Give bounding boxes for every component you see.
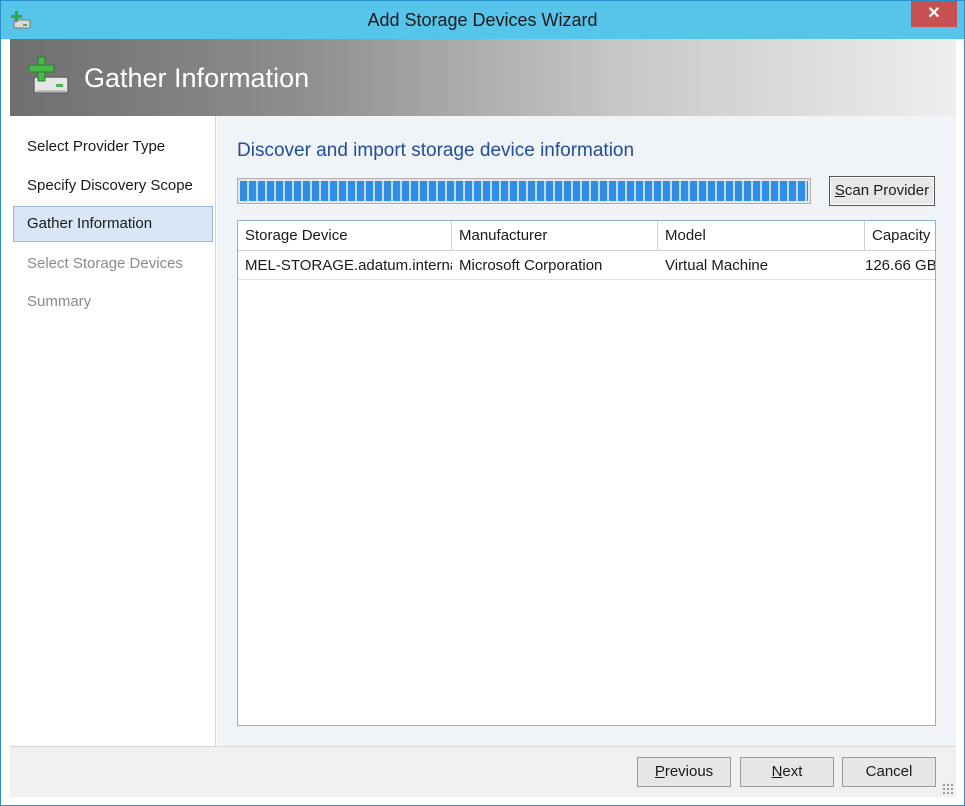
progress-fill — [240, 181, 808, 201]
cell-manufacturer: Microsoft Corporation — [459, 257, 603, 274]
step-select-storage-devices: Select Storage Devices — [27, 255, 183, 272]
page-title: Gather Information — [84, 63, 310, 93]
cell-storage-device: MEL-STORAGE.adatum.internal — [245, 257, 452, 274]
column-header-model[interactable]: Model — [658, 221, 865, 251]
table-header: Storage Device Manufacturer Model Capaci… — [238, 221, 935, 251]
previous-label-rest: revious — [664, 763, 714, 780]
section-heading: Discover and import storage device infor… — [237, 140, 635, 161]
step-select-provider-type[interactable]: Select Provider Type — [13, 129, 213, 165]
resize-grip[interactable] — [942, 783, 954, 795]
progress-bar — [237, 178, 811, 204]
storage-device-table[interactable]: Storage Device Manufacturer Model Capaci… — [237, 220, 936, 726]
previous-button[interactable]: Previous — [637, 757, 731, 787]
wizard-steps: Select Provider Type Specify Discovery S… — [10, 116, 216, 746]
next-label-rest: ext — [782, 763, 803, 780]
step-specify-discovery-scope[interactable]: Specify Discovery Scope — [13, 168, 213, 204]
next-button[interactable]: Next — [740, 757, 834, 787]
column-header-manufacturer[interactable]: Manufacturer — [452, 221, 658, 251]
wizard-header: Gather Information — [10, 39, 956, 116]
main-panel: Discover and import storage device infor… — [217, 116, 956, 746]
previous-mnemonic: P — [654, 763, 665, 780]
scan-mnemonic: S — [834, 182, 845, 199]
storage-add-icon — [28, 56, 69, 94]
cell-model: Virtual Machine — [665, 257, 769, 274]
column-header-capacity[interactable]: Capacity — [865, 221, 935, 251]
wizard-content: Select Provider Type Specify Discovery S… — [10, 116, 956, 746]
step-gather-information[interactable]: Gather Information — [13, 206, 213, 242]
table-row[interactable]: MEL-STORAGE.adatum.internal Microsoft Co… — [238, 252, 935, 280]
wizard-footer: Previous Next Cancel — [10, 746, 956, 797]
cancel-button[interactable]: Cancel — [842, 757, 936, 787]
close-button[interactable]: ✕ — [911, 1, 957, 27]
step-summary: Summary — [27, 293, 92, 310]
title-bar[interactable]: Add Storage Devices Wizard ✕ — [1, 1, 964, 39]
column-header-storage-device[interactable]: Storage Device — [238, 221, 452, 251]
window-title: Add Storage Devices Wizard — [367, 10, 598, 30]
wizard-window: Add Storage Devices Wizard ✕ Gather Info… — [0, 0, 965, 806]
next-mnemonic: N — [771, 763, 783, 780]
scan-label-rest: can Provider — [844, 182, 930, 199]
scan-provider-button[interactable]: Scan Provider — [829, 176, 935, 206]
cell-capacity: 126.66 GB — [865, 257, 935, 274]
